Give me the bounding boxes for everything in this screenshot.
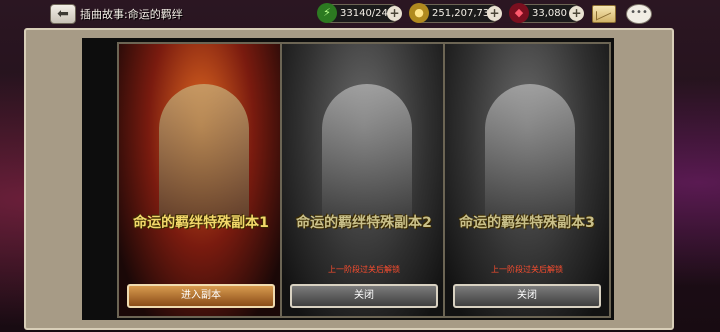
closed-button[interactable]: 关闭 bbox=[453, 284, 601, 308]
unlock-hint: 上一阶段过关后解锁 bbox=[491, 265, 563, 274]
hero-portrait bbox=[485, 84, 575, 224]
top-bar: ⬅ 插曲故事:命运的羁绊 ⚡ 33140/242 + ● 251,207,735… bbox=[0, 0, 720, 30]
speech-bubble-icon: ••• bbox=[630, 7, 648, 18]
lightning-icon: ⚡ bbox=[317, 3, 337, 23]
stamina-counter: ⚡ 33140/242 + bbox=[317, 3, 402, 23]
mail-button[interactable] bbox=[592, 5, 616, 23]
hero-portrait bbox=[322, 84, 412, 224]
enter-dungeon-button[interactable]: 进入副本 bbox=[127, 284, 275, 308]
back-button[interactable]: ⬅ bbox=[50, 4, 76, 24]
dungeon-card-1[interactable]: 命运的羁绊特殊副本1 进入副本 bbox=[117, 42, 285, 318]
dungeon-card-3[interactable]: 命运的羁绊特殊副本3 上一阶段过关后解锁 关闭 bbox=[443, 42, 611, 318]
add-gem-button[interactable]: + bbox=[569, 6, 584, 21]
back-arrow-icon: ⬅ bbox=[57, 6, 69, 22]
add-gold-button[interactable]: + bbox=[487, 6, 502, 21]
unlock-hint: 上一阶段过关后解锁 bbox=[328, 265, 400, 274]
dungeon-name: 命运的羁绊特殊副本1 bbox=[133, 215, 269, 231]
chat-button[interactable]: ••• bbox=[626, 4, 652, 24]
hero-portrait bbox=[159, 84, 249, 224]
gem-counter: ◆ 33,080 + bbox=[509, 3, 584, 23]
page-title: 插曲故事:命运的羁绊 bbox=[80, 8, 183, 21]
gem-value: 33,080 bbox=[532, 8, 567, 19]
gold-counter: ● 251,207,735 + bbox=[409, 3, 502, 23]
closed-button[interactable]: 关闭 bbox=[290, 284, 438, 308]
add-stamina-button[interactable]: + bbox=[387, 6, 402, 21]
dungeon-name: 命运的羁绊特殊副本3 bbox=[459, 215, 595, 231]
ruby-icon: ◆ bbox=[509, 3, 529, 23]
dungeon-name: 命运的羁绊特殊副本2 bbox=[296, 215, 432, 231]
gold-coin-icon: ● bbox=[409, 3, 429, 23]
dungeon-card-2[interactable]: 命运的羁绊特殊副本2 上一阶段过关后解锁 关闭 bbox=[280, 42, 448, 318]
